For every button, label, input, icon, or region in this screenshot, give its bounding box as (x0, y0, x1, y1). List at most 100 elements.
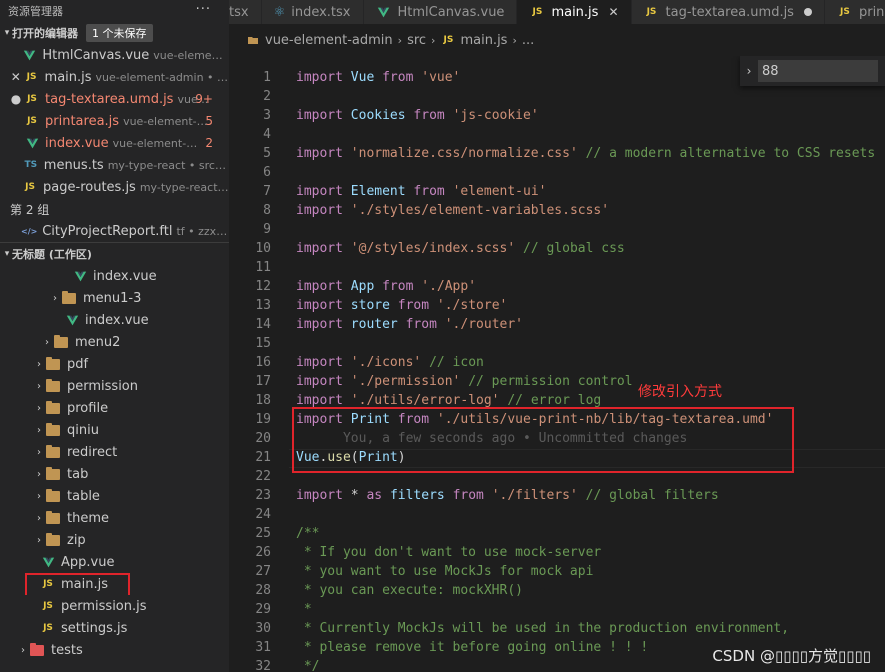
watermark: CSDN @▯▯▯▯方觉▯▯▯▯ (712, 647, 871, 665)
code-token: 'element-ui' (452, 184, 547, 199)
open-editor-item[interactable]: ● JS tag-textarea.umd.js vue... 9+ (0, 88, 229, 110)
code-token: // global filters (577, 488, 719, 503)
editor-tab[interactable]: JS tag-textarea.umd.js (631, 0, 825, 24)
code-line[interactable]: 2 (229, 87, 271, 106)
line-number: 13 (255, 298, 271, 313)
code-line[interactable]: 25 /** (229, 524, 319, 543)
code-line[interactable]: 32 */ (229, 657, 319, 672)
js-file-icon: JS (27, 116, 37, 126)
code-line[interactable]: 31 * please remove it before going onlin… (229, 638, 648, 657)
open-editor-item[interactable]: JS printarea.js vue-element-a... 5 (0, 110, 229, 132)
code-content: import * as filters from './filters' // … (296, 488, 719, 503)
close-icon[interactable]: ✕ (8, 70, 24, 84)
tree-file-item[interactable]: JS permission.js (0, 595, 229, 617)
code-line[interactable]: 11 (229, 258, 271, 277)
tree-item-label: tab (67, 466, 89, 482)
file-path-description: vue-element-a... (153, 48, 229, 62)
breadcrumb-item-file[interactable]: main.js (460, 33, 507, 48)
tree-folder-item[interactable]: › menu1-3 (0, 287, 229, 309)
code-line[interactable]: 12 import App from './App' (229, 277, 476, 296)
code-line[interactable]: 3 import Cookies from 'js-cookie' (229, 106, 538, 125)
code-line[interactable]: 29 * (229, 600, 311, 619)
code-line[interactable]: 5 import 'normalize.css/normalize.css' //… (229, 144, 875, 163)
open-editors-list: HtmlCanvas.vuevue-element-a...✕JSmain.js… (0, 44, 229, 198)
code-line[interactable]: 9 (229, 220, 271, 239)
code-token: // global css (515, 241, 625, 256)
tree-file-item[interactable]: JS settings.js (0, 617, 229, 639)
code-line[interactable]: 13 import store from './store' (229, 296, 507, 315)
code-editor[interactable]: 32 */31 * please remove it before going … (229, 56, 885, 672)
editor-group-2-header[interactable]: 第 2 组 (0, 198, 229, 220)
code-line[interactable]: 1 import Vue from 'vue' (229, 68, 460, 87)
chevron-right-icon[interactable]: › (740, 64, 758, 78)
code-line[interactable]: 28 * you can execute: mockXHR() (229, 581, 523, 600)
tree-folder-item[interactable]: › theme (0, 507, 229, 529)
tree-folder-item[interactable]: › permission (0, 375, 229, 397)
tree-folder-item[interactable]: › pdf (0, 353, 229, 375)
code-line[interactable]: 21 Vue.use(Print) (229, 448, 405, 467)
open-editor-item[interactable]: TS menus.ts my-type-react • src\la... (0, 154, 229, 176)
editor-tab[interactable]: JS main.js ✕ (517, 0, 632, 24)
breadcrumb-item-project[interactable]: vue-element-admin (265, 33, 393, 48)
open-editor-item[interactable]: JS page-routes.jsmy-type-react • ... (0, 176, 229, 198)
open-editors-header[interactable]: ▾ 打开的编辑器 1 个未保存 (0, 22, 229, 44)
explorer-title: 资源管理器 (8, 5, 63, 18)
code-line[interactable]: 22 (229, 467, 271, 486)
code-line[interactable]: 27 * you want to use MockJs for mock api (229, 562, 593, 581)
breadcrumb-item-symbol[interactable]: ... (522, 33, 534, 48)
code-line[interactable]: 18 import './utils/error-log' // error lo… (229, 391, 601, 410)
open-editor-item[interactable]: index.vue vue-element-ad... 2 (0, 132, 229, 154)
unsaved-dot-icon[interactable]: ● (8, 92, 24, 106)
code-line[interactable]: 17 import './permission' // permission co… (229, 372, 632, 391)
chevron-right-icon: › (37, 358, 41, 370)
code-line[interactable]: 15 (229, 334, 271, 353)
code-line[interactable]: 23 import * as filters from './filters' /… (229, 486, 718, 505)
more-actions-icon[interactable]: ··· (196, 2, 211, 17)
code-line[interactable]: 20 You, a few seconds ago • Uncommitted … (229, 429, 687, 448)
tree-folder-item[interactable]: › zip (0, 529, 229, 551)
breadcrumb-item-src[interactable]: src (407, 33, 426, 48)
unsaved-dot-icon[interactable] (803, 8, 812, 16)
tree-folder-item[interactable]: › menu2 (0, 331, 229, 353)
editor-tab[interactable]: JS prin (824, 0, 885, 24)
line-number: 4 (263, 127, 271, 142)
code-line[interactable]: 7 import Element from 'element-ui' (229, 182, 546, 201)
editor-tab[interactable]: tsx (229, 0, 262, 24)
code-line[interactable]: 30 * Currently MockJs will be used in th… (229, 619, 789, 638)
find-input[interactable]: 88 (758, 60, 878, 82)
tree-file-item[interactable]: index.vue (0, 265, 229, 287)
code-line[interactable]: 14 import router from './router' (229, 315, 523, 334)
tree-folder-item[interactable]: › qiniu (0, 419, 229, 441)
file-name: main.js (44, 69, 92, 85)
open-editor-item[interactable]: </> CityProjectReport.ftltf • zzxyp... (0, 220, 229, 242)
tree-folder-item[interactable]: › profile (0, 397, 229, 419)
code-line[interactable]: 26 * If you don't want to use mock-serve… (229, 543, 601, 562)
tree-file-item[interactable]: JS main.js (0, 573, 229, 595)
code-token: from (405, 317, 445, 332)
js-file-icon: JS (443, 35, 454, 45)
open-editor-item[interactable]: ✕ JS main.js vue-element-admin • src (0, 66, 229, 88)
tree-folder-item[interactable]: › redirect (0, 441, 229, 463)
editor-tab[interactable]: ⚛ index.tsx (261, 0, 364, 24)
tree-file-item[interactable]: index.vue (0, 309, 229, 331)
code-line[interactable]: 16 import './icons' // icon (229, 353, 484, 372)
tree-folder-item[interactable]: › tests (0, 639, 229, 661)
code-line[interactable]: 19 import Print from './utils/vue-print-n… (229, 410, 773, 429)
tree-file-item[interactable]: App.vue (0, 551, 229, 573)
open-editor-item[interactable]: HtmlCanvas.vuevue-element-a... (0, 44, 229, 66)
code-line[interactable]: 4 (229, 125, 271, 144)
workspace-header[interactable]: ▾ 无标题 (工作区) (0, 243, 229, 265)
editor-tab[interactable]: HtmlCanvas.vue (363, 0, 518, 24)
code-token: * Currently MockJs will be used in the p… (296, 621, 790, 636)
close-icon[interactable]: ✕ (608, 5, 618, 19)
tree-folder-item[interactable]: › table (0, 485, 229, 507)
code-line[interactable]: 8 import './styles/element-variables.scss… (229, 201, 609, 220)
line-number: 30 (255, 621, 271, 636)
tree-item-label: qiniu (67, 422, 99, 438)
file-path-description: tf • zzxyp... (176, 224, 229, 238)
code-line[interactable]: 24 (229, 505, 271, 524)
tree-folder-item[interactable]: › tab (0, 463, 229, 485)
file-path-description: vue-element-ad... (112, 136, 203, 150)
code-line[interactable]: 10 import '@/styles/index.scss' // global… (229, 239, 624, 258)
code-line[interactable]: 6 (229, 163, 271, 182)
